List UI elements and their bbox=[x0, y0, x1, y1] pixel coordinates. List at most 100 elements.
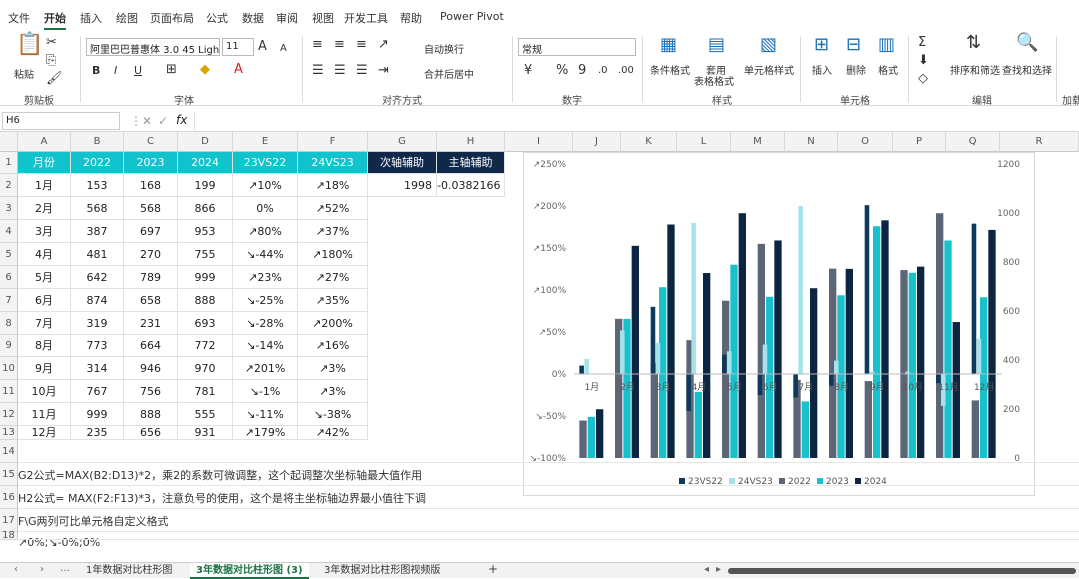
table-cell[interactable]: 235 bbox=[71, 426, 124, 440]
table-cell[interactable]: 231 bbox=[124, 312, 178, 335]
insert-cells-button[interactable]: 插入 bbox=[812, 62, 832, 77]
table-cell[interactable]: 0% bbox=[233, 197, 298, 220]
bar-24VS23[interactable] bbox=[976, 338, 982, 374]
table-cell[interactable]: 931 bbox=[178, 426, 233, 440]
table-cell[interactable]: ↘-14% bbox=[233, 335, 298, 357]
row-header[interactable]: 13 bbox=[0, 426, 18, 440]
bar-2023[interactable] bbox=[873, 226, 881, 458]
helper-header-cell[interactable]: 主轴辅助 bbox=[437, 152, 505, 174]
table-cell[interactable]: 270 bbox=[124, 243, 178, 266]
row-header[interactable]: 5 bbox=[0, 243, 18, 266]
bar-23VS22[interactable] bbox=[829, 374, 834, 386]
table-cell[interactable]: 866 bbox=[178, 197, 233, 220]
hscroll-right-icon[interactable]: ▸ bbox=[716, 564, 721, 575]
table-cell[interactable]: ↗80% bbox=[233, 220, 298, 243]
row-header[interactable]: 12 bbox=[0, 403, 18, 426]
table-cell[interactable]: 2月 bbox=[18, 197, 71, 220]
table-header-cell[interactable]: 23VS22 bbox=[233, 152, 298, 174]
enter-icon[interactable]: ✓ bbox=[158, 114, 168, 128]
bar-2022[interactable] bbox=[936, 213, 944, 458]
font-color-icon[interactable]: A bbox=[234, 63, 243, 77]
table-cell[interactable]: 199 bbox=[178, 174, 233, 197]
menu-tab-7[interactable]: 审阅 bbox=[276, 10, 298, 26]
column-header[interactable]: L bbox=[677, 132, 731, 152]
table-cell[interactable]: 168 bbox=[124, 174, 178, 197]
column-header[interactable]: D bbox=[178, 132, 233, 152]
align-middle-icon[interactable]: ≡ bbox=[334, 38, 345, 52]
table-cell[interactable]: 756 bbox=[124, 380, 178, 403]
table-cell[interactable]: 888 bbox=[178, 289, 233, 312]
cancel-icon[interactable]: ✕ bbox=[142, 114, 152, 128]
table-cell[interactable]: 555 bbox=[178, 403, 233, 426]
fill-color-icon[interactable]: ◆ bbox=[200, 63, 210, 77]
bar-24VS23[interactable] bbox=[691, 222, 696, 374]
table-header-cell[interactable]: 24VS23 bbox=[298, 152, 368, 174]
table-header-cell[interactable]: 2024 bbox=[178, 152, 233, 174]
autosum-icon[interactable]: Σ bbox=[918, 36, 926, 50]
table-cell[interactable]: 9月 bbox=[18, 357, 71, 380]
italic-button[interactable]: I bbox=[114, 64, 117, 78]
column-header[interactable]: K bbox=[621, 132, 677, 152]
menu-tab-8[interactable]: 视图 bbox=[312, 10, 334, 26]
merge-center-button[interactable]: 合并后居中 bbox=[424, 66, 474, 81]
table-cell[interactable]: 6月 bbox=[18, 289, 71, 312]
table-cell[interactable]: 387 bbox=[71, 220, 124, 243]
bar-23VS22[interactable] bbox=[722, 354, 727, 374]
font-size-select[interactable]: 11 bbox=[222, 38, 254, 56]
table-cell[interactable]: 8月 bbox=[18, 335, 71, 357]
row-header[interactable]: 3 bbox=[0, 197, 18, 220]
table-cell[interactable]: 773 bbox=[71, 335, 124, 357]
table-cell[interactable]: ↗3% bbox=[298, 357, 368, 380]
row-header[interactable]: 7 bbox=[0, 289, 18, 312]
bar-2023[interactable] bbox=[908, 272, 916, 458]
bar-24VS23[interactable] bbox=[762, 344, 768, 374]
table-cell[interactable]: 999 bbox=[178, 266, 233, 289]
sheet-tab[interactable]: 3年数据对比柱形图 (3) bbox=[190, 563, 309, 579]
formula-input[interactable] bbox=[194, 112, 1077, 130]
helper-header-cell[interactable]: 次轴辅助 bbox=[368, 152, 437, 174]
column-header[interactable]: Q bbox=[946, 132, 1000, 152]
paste-icon[interactable]: 📋 bbox=[16, 34, 43, 56]
cell-style-icon[interactable]: ▧ bbox=[760, 36, 777, 54]
bar-23VS22[interactable] bbox=[793, 374, 798, 398]
column-header[interactable]: E bbox=[233, 132, 298, 152]
row-header[interactable]: 18 bbox=[0, 531, 18, 541]
table-cell[interactable]: 755 bbox=[178, 243, 233, 266]
column-header[interactable]: B bbox=[71, 132, 124, 152]
bar-23VS22[interactable] bbox=[650, 306, 656, 374]
table-cell[interactable]: 7月 bbox=[18, 312, 71, 335]
percent-button[interactable]: % bbox=[556, 64, 568, 78]
table-cell[interactable]: ↘-1% bbox=[233, 380, 298, 403]
menu-tab-11[interactable]: Power Pivot bbox=[440, 10, 504, 23]
table-cell[interactable]: ↗180% bbox=[298, 243, 368, 266]
increase-decimal-icon[interactable]: .0 bbox=[598, 64, 608, 78]
row-header[interactable]: 4 bbox=[0, 220, 18, 243]
menu-tab-9[interactable]: 开发工具 bbox=[344, 10, 388, 26]
bar-2023[interactable] bbox=[587, 416, 595, 458]
indent-icon[interactable]: ⇥ bbox=[378, 64, 389, 78]
bar-24VS23[interactable] bbox=[655, 342, 661, 374]
bar-23VS22[interactable] bbox=[971, 223, 977, 374]
underline-button[interactable]: U bbox=[134, 64, 142, 78]
horizontal-scrollbar[interactable] bbox=[728, 568, 1076, 574]
table-cell[interactable]: ↘-25% bbox=[233, 289, 298, 312]
table-cell[interactable]: ↗3% bbox=[298, 380, 368, 403]
bar-2023[interactable] bbox=[837, 295, 845, 458]
bar-24VS23[interactable] bbox=[620, 330, 625, 374]
copy-icon[interactable]: ⎘ bbox=[46, 54, 56, 68]
table-cell[interactable]: 319 bbox=[71, 312, 124, 335]
paste-button[interactable]: 粘贴 bbox=[14, 66, 34, 81]
table-cell[interactable]: ↗27% bbox=[298, 266, 368, 289]
table-cell[interactable]: ↘-28% bbox=[233, 312, 298, 335]
bar-2024[interactable] bbox=[881, 220, 889, 458]
table-cell[interactable]: 3月 bbox=[18, 220, 71, 243]
name-box[interactable]: H6 bbox=[2, 112, 120, 130]
bar-23VS22[interactable] bbox=[579, 365, 584, 374]
column-header[interactable]: P bbox=[893, 132, 946, 152]
table-cell[interactable]: ↗42% bbox=[298, 426, 368, 440]
bar-2024[interactable] bbox=[631, 245, 639, 458]
menu-tab-10[interactable]: 帮助 bbox=[400, 10, 422, 26]
table-cell[interactable]: ↘-44% bbox=[233, 243, 298, 266]
column-header[interactable]: J bbox=[573, 132, 621, 152]
comma-button[interactable]: 9 bbox=[578, 64, 586, 78]
